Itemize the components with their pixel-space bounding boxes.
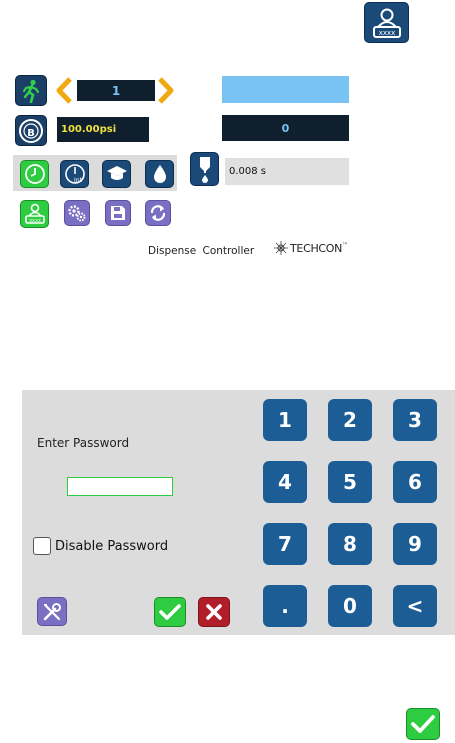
floppy-disk-icon	[111, 206, 125, 220]
techcon-trademark: ™	[342, 241, 349, 249]
password-input[interactable]	[67, 477, 173, 496]
program-number-value: 1	[111, 83, 121, 98]
pressure-field[interactable]: 100.00psi	[57, 117, 149, 142]
pressure-button[interactable]: B	[15, 115, 47, 146]
app-title: Dispense Controller	[148, 245, 254, 257]
close-icon	[206, 604, 222, 620]
key-6-label: 6	[408, 470, 422, 494]
program-prev-button[interactable]	[54, 77, 74, 104]
disable-password-checkbox[interactable]	[33, 537, 51, 555]
droplet-icon	[153, 165, 166, 183]
enter-password-label: Enter Password	[37, 436, 129, 450]
counter-value: 0	[281, 121, 290, 135]
key-4-label: 4	[278, 470, 292, 494]
key-9-label: 9	[408, 532, 422, 556]
key-3-label: 3	[408, 408, 422, 432]
settings-button[interactable]	[64, 200, 90, 226]
interval-mode-button[interactable]: Int	[60, 160, 89, 188]
pressure-value: 100.00psi	[61, 124, 117, 135]
counter-field[interactable]: 0	[222, 115, 349, 141]
chevron-right-icon	[158, 77, 174, 104]
purge-mode-button[interactable]	[145, 160, 174, 188]
app-title-text: Dispense Controller	[148, 245, 255, 257]
running-man-icon	[22, 79, 40, 103]
key-2[interactable]: 2	[328, 399, 372, 441]
techcon-emblem-icon	[274, 241, 288, 255]
checkmark-icon	[159, 604, 181, 620]
teach-mode-button[interactable]	[102, 160, 131, 188]
key-1-label: 1	[278, 408, 292, 432]
timed-mode-button[interactable]	[20, 160, 49, 188]
chevron-left-icon	[56, 77, 72, 104]
refresh-icon	[150, 205, 166, 221]
dispense-time-button[interactable]	[190, 152, 219, 186]
key-9[interactable]: 9	[393, 523, 437, 565]
operator-badge-button[interactable]: xxxx	[364, 2, 409, 43]
run-button[interactable]	[15, 75, 47, 106]
key-2-label: 2	[343, 408, 357, 432]
key-decimal-label: .	[281, 594, 289, 618]
key-5[interactable]: 5	[328, 461, 372, 503]
key-7-label: 7	[278, 532, 292, 556]
cancel-password-button[interactable]	[198, 597, 230, 627]
enter-password-text: Enter Password	[37, 436, 130, 450]
dispense-time-value: 0.008 s	[229, 166, 267, 177]
key-8-label: 8	[343, 532, 357, 556]
key-0[interactable]: 0	[328, 585, 372, 627]
interval-clock-icon: Int	[64, 164, 85, 184]
refresh-button[interactable]	[145, 200, 171, 226]
checkmark-icon	[411, 715, 435, 733]
svg-text:B: B	[27, 128, 35, 139]
clock-icon	[24, 164, 45, 184]
operator-badge-icon: xxxx	[372, 8, 401, 38]
program-number-field[interactable]: 1	[77, 80, 155, 101]
dispense-time-field[interactable]: 0.008 s	[225, 158, 349, 185]
wrench-screwdriver-icon	[43, 602, 61, 620]
svg-text:xxxx: xxxx	[378, 29, 395, 37]
key-0-label: 0	[343, 594, 357, 618]
key-1[interactable]: 1	[263, 399, 307, 441]
key-7[interactable]: 7	[263, 523, 307, 565]
disable-password-label: Disable Password	[55, 538, 169, 554]
save-button[interactable]	[105, 200, 131, 226]
key-6[interactable]: 6	[393, 461, 437, 503]
disable-password-option[interactable]: Disable Password	[33, 537, 168, 555]
program-next-button[interactable]	[156, 77, 176, 104]
program-name-field[interactable]	[222, 76, 349, 103]
key-8[interactable]: 8	[328, 523, 372, 565]
graduation-cap-icon	[106, 166, 127, 180]
syringe-drop-icon	[199, 157, 210, 183]
key-backspace-label: <	[406, 594, 424, 618]
pressure-gauge-icon: B	[19, 118, 43, 143]
svg-text:Int: Int	[74, 177, 83, 184]
key-5-label: 5	[343, 470, 357, 494]
techcon-logo-text: TECHCON	[290, 241, 343, 255]
confirm-password-button[interactable]	[154, 597, 186, 627]
password-dialog: Enter Password Disable Password 1 2 3 4 …	[22, 390, 455, 635]
bottom-confirm-button[interactable]	[406, 708, 440, 740]
gears-icon	[68, 205, 86, 222]
svg-text:xxxx: xxxx	[29, 218, 41, 224]
key-backspace[interactable]: <	[393, 585, 437, 627]
operator-login-button[interactable]: xxxx	[20, 200, 49, 228]
user-badge-icon: xxxx	[24, 203, 45, 224]
tools-button[interactable]	[37, 597, 67, 626]
key-decimal[interactable]: .	[263, 585, 307, 627]
key-3[interactable]: 3	[393, 399, 437, 441]
techcon-logo: TECHCON ™	[273, 240, 348, 256]
key-4[interactable]: 4	[263, 461, 307, 503]
